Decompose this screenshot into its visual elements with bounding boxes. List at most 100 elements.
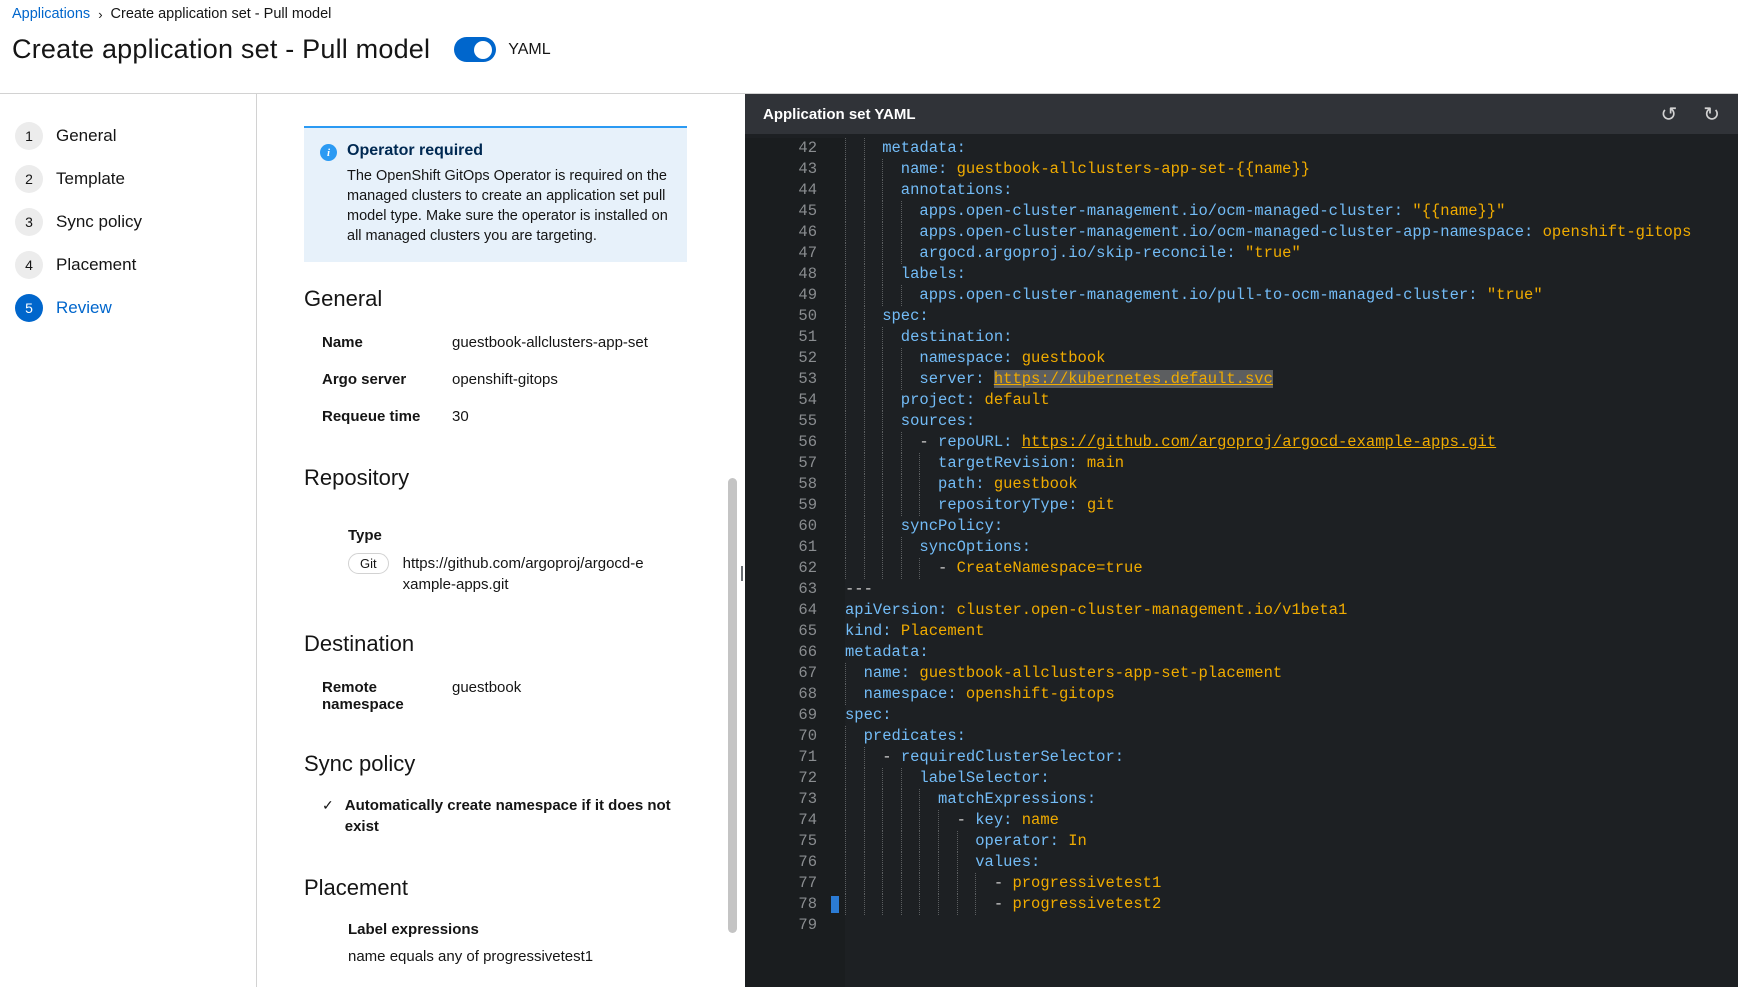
panel-resize-handle[interactable] <box>741 566 745 581</box>
line-number: 65 <box>798 622 817 640</box>
code-line[interactable]: predicates: <box>845 726 1738 747</box>
redo-icon[interactable]: ↻ <box>1703 104 1720 124</box>
code-line[interactable] <box>845 915 1738 936</box>
editor-body[interactable]: 42 43 44 45 46 47 48 49 50 51 52 53 54 55 56 57 58 59 60 61… <box>745 134 1738 987</box>
indent-guide <box>845 831 846 852</box>
code-line[interactable]: metadata: <box>845 138 1738 159</box>
indent-guide <box>863 264 865 285</box>
step-label: Placement <box>56 254 137 274</box>
code-line[interactable]: destination: <box>845 327 1738 348</box>
line-number: 72 <box>798 769 817 787</box>
indent-guide <box>938 810 939 831</box>
editor-title: Application set YAML <box>763 105 916 123</box>
code-line[interactable]: apiVersion: cluster.open-cluster-managem… <box>845 600 1738 621</box>
code-line[interactable]: matchExpressions: <box>845 789 1738 810</box>
code-line[interactable]: project: default <box>845 390 1738 411</box>
code-line[interactable]: labels: <box>845 264 1738 285</box>
yaml-token: guestbook <box>1012 349 1106 367</box>
yaml-token: kind: <box>845 622 892 640</box>
indent-guide <box>863 747 865 768</box>
indent-guide <box>845 327 846 348</box>
line-number: 42 <box>798 139 817 157</box>
indent-guide <box>863 201 865 222</box>
line-number: 55 <box>798 412 817 430</box>
code-line[interactable]: name: guestbook-allclusters-app-set-plac… <box>845 663 1738 684</box>
code-line[interactable]: - CreateNamespace=true <box>845 558 1738 579</box>
code-line[interactable]: apps.open-cluster-management.io/ocm-mana… <box>845 201 1738 222</box>
line-number: 54 <box>798 391 817 409</box>
field-label: Remote namespace <box>322 679 404 713</box>
code-line[interactable]: name: guestbook-allclusters-app-set-{{na… <box>845 159 1738 180</box>
undo-icon[interactable]: ↺ <box>1660 104 1677 124</box>
code-line[interactable]: namespace: guestbook <box>845 348 1738 369</box>
code-line[interactable]: path: guestbook <box>845 474 1738 495</box>
indent-guide <box>863 537 865 558</box>
code-line[interactable]: - progressivetest2 <box>831 894 1738 915</box>
line-number: 46 <box>798 223 817 241</box>
wizard-step-placement[interactable]: 4 Placement <box>0 243 256 286</box>
yaml-token: apps.open-cluster-management.io/pull-to-… <box>845 286 1478 304</box>
code-line[interactable]: syncPolicy: <box>845 516 1738 537</box>
yaml-token: operator: <box>845 832 1059 850</box>
code-line[interactable]: operator: In <box>845 831 1738 852</box>
destination-fields: Remote namespace guestbook <box>322 679 687 713</box>
code-line[interactable]: spec: <box>845 705 1738 726</box>
code-line[interactable]: sources: <box>845 411 1738 432</box>
code-line[interactable]: apps.open-cluster-management.io/ocm-mana… <box>845 222 1738 243</box>
indent-guide <box>900 453 902 474</box>
code-line[interactable]: repositoryType: git <box>845 495 1738 516</box>
indent-guide <box>863 894 865 915</box>
yaml-token: syncPolicy: <box>845 517 1004 535</box>
yaml-token: repositoryType: <box>845 496 1078 514</box>
code-line[interactable]: spec: <box>845 306 1738 327</box>
code-line[interactable]: kind: Placement <box>845 621 1738 642</box>
code-line[interactable]: annotations: <box>845 180 1738 201</box>
code-line[interactable]: apps.open-cluster-management.io/pull-to-… <box>845 285 1738 306</box>
editor-code[interactable]: metadata: name: guestbook-allclusters-ap… <box>831 138 1738 987</box>
indent-guide <box>900 495 902 516</box>
yaml-token: annotations: <box>845 181 1013 199</box>
code-line[interactable]: targetRevision: main <box>845 453 1738 474</box>
indent-guide <box>882 369 884 390</box>
yaml-token: progressivetest2 <box>1012 895 1162 913</box>
code-line[interactable]: - repoURL: https://github.com/argoproj/a… <box>845 432 1738 453</box>
section-heading-general: General <box>304 286 383 311</box>
code-line[interactable]: syncOptions: <box>845 537 1738 558</box>
review-scrollbar-thumb[interactable] <box>728 478 737 933</box>
review-panel: i Operator required The OpenShift GitOps… <box>257 94 745 987</box>
code-line[interactable]: --- <box>845 579 1738 600</box>
line-number: 60 <box>798 517 817 535</box>
yaml-token: apps.open-cluster-management.io/ocm-mana… <box>845 202 1404 220</box>
indent-guide <box>863 243 865 264</box>
code-line[interactable]: argocd.argoproj.io/skip-reconcile: "true… <box>845 243 1738 264</box>
wizard-step-general[interactable]: 1 General <box>0 114 256 157</box>
yaml-toggle-switch[interactable] <box>454 37 497 62</box>
code-line[interactable]: - key: name <box>845 810 1738 831</box>
indent-guide <box>845 432 846 453</box>
indent-guide <box>882 495 884 516</box>
indent-guide <box>900 558 902 579</box>
code-line[interactable]: - progressivetest1 <box>845 873 1738 894</box>
indent-guide <box>882 390 884 411</box>
yaml-token: openshift-gitops <box>1533 223 1692 241</box>
line-number: 43 <box>798 160 817 178</box>
wizard-step-review[interactable]: 5 Review <box>0 286 256 329</box>
field-label: Name <box>322 334 363 351</box>
code-line[interactable]: metadata: <box>845 642 1738 663</box>
wizard-step-sync-policy[interactable]: 3 Sync policy <box>0 200 256 243</box>
line-number: 56 <box>798 433 817 451</box>
indent-guide <box>845 810 846 831</box>
code-line[interactable]: - requiredClusterSelector: <box>845 747 1738 768</box>
code-line[interactable]: labelSelector: <box>845 768 1738 789</box>
yaml-token: Placement <box>891 622 985 640</box>
yaml-token: argocd.argoproj.io/skip-reconcile: <box>845 244 1236 262</box>
yaml-token <box>1012 433 1021 451</box>
indent-guide <box>845 285 846 306</box>
indent-guide <box>863 495 865 516</box>
line-number: 61 <box>798 538 817 556</box>
code-line[interactable]: values: <box>845 852 1738 873</box>
code-line[interactable]: namespace: openshift-gitops <box>845 684 1738 705</box>
breadcrumb-link-applications[interactable]: Applications <box>12 6 90 22</box>
code-line[interactable]: server: https://kubernetes.default.svc <box>845 369 1738 390</box>
wizard-step-template[interactable]: 2 Template <box>0 157 256 200</box>
